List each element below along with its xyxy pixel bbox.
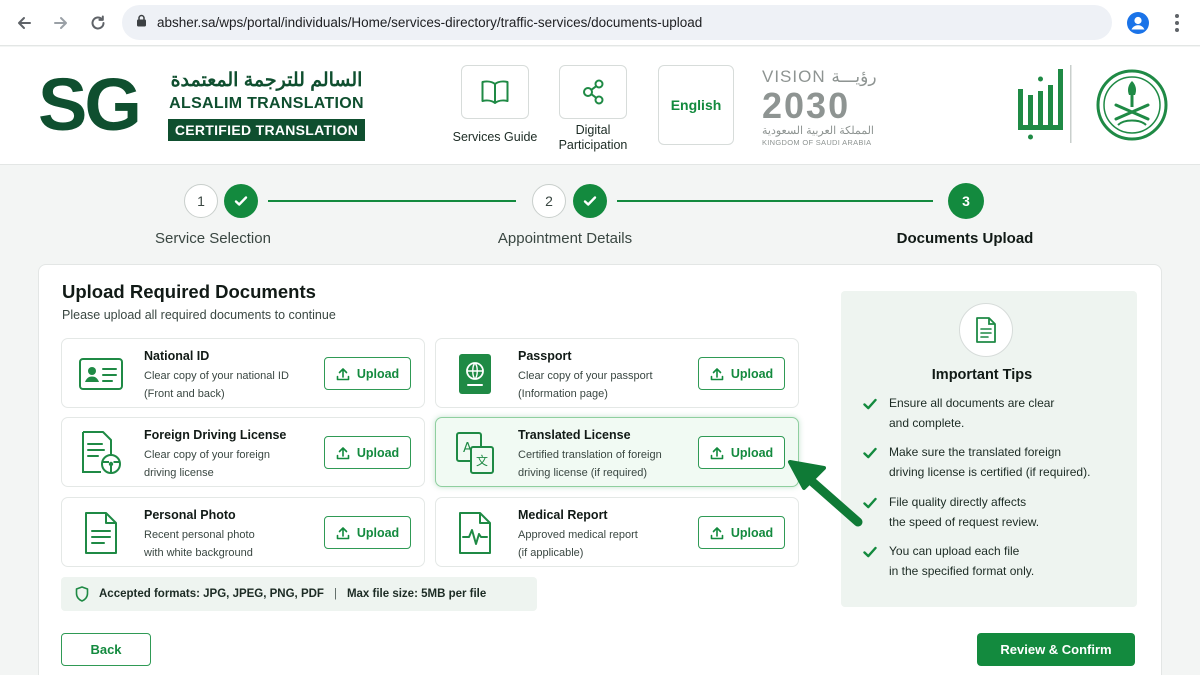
- services-guide-label[interactable]: Services Guide: [448, 130, 542, 145]
- tip-item: Make sure the translated foreign driving …: [863, 442, 1125, 482]
- document-card-translated-license: A文 Translated License Certified translat…: [435, 417, 799, 487]
- upload-icon: [710, 526, 724, 539]
- step-3-label: Documents Upload: [896, 230, 1034, 247]
- tip-item: File quality directly affects the speed o…: [863, 492, 1125, 532]
- brand-name-arabic: السالم للترجمة المعتمدة: [170, 70, 363, 91]
- document-description: Clear copy of your national ID (Front and…: [144, 370, 289, 400]
- document-card-passport: Passport Clear copy of your passport (Inf…: [435, 338, 799, 408]
- upload-documents-card: Upload Required Documents Please upload …: [38, 264, 1162, 675]
- sg-logo[interactable]: SG: [38, 65, 142, 145]
- absher-logo[interactable]: [1014, 65, 1076, 143]
- tips-title: Important Tips: [931, 367, 1033, 383]
- formats-separator: |: [333, 588, 337, 600]
- step-connector-2: [617, 200, 933, 202]
- document-card-national-id: National ID Clear copy of your national …: [61, 338, 425, 408]
- document-description: Certified translation of foreign driving …: [518, 449, 662, 479]
- upload-button-national-id[interactable]: Upload: [324, 357, 411, 390]
- url-text: absher.sa/wps/portal/individuals/Home/se…: [157, 15, 703, 30]
- vision-arabic-text: المملكة العربية السعودية: [762, 125, 874, 137]
- upload-icon: [336, 446, 350, 459]
- brand-certified-badge: CERTIFIED TRANSLATION: [168, 119, 365, 141]
- share-icon: [583, 79, 604, 105]
- step-1-number: 1: [184, 184, 218, 218]
- pointer-arrow-icon: [780, 452, 870, 532]
- page-subtitle: Please upload all required documents to …: [62, 308, 336, 322]
- review-confirm-button[interactable]: Review & Confirm: [977, 633, 1135, 666]
- passport-icon: [450, 351, 500, 397]
- document-card-foreign-driving-license: Foreign Driving License Clear copy of yo…: [61, 417, 425, 487]
- accepted-formats-text: Accepted formats: JPG, JPEG, PNG, PDF: [99, 588, 324, 600]
- step-2-number: 2: [532, 184, 566, 218]
- brand-name-english: ALSALIM TRANSLATION: [169, 95, 364, 112]
- upload-button-personal-photo[interactable]: Upload: [324, 516, 411, 549]
- important-tips-panel: Important Tips Ensure all documents are …: [841, 291, 1137, 607]
- saudi-emblem-logo: [1096, 69, 1168, 141]
- back-arrow-icon[interactable]: [10, 9, 38, 37]
- back-button[interactable]: Back: [61, 633, 151, 666]
- digital-participation-button[interactable]: [559, 65, 627, 119]
- document-title: National ID: [144, 349, 210, 363]
- document-description: Approved medical report (if applicable): [518, 529, 638, 559]
- progress-stepper: 1 2 3 Service Selection Appointment Deta…: [0, 166, 1200, 262]
- step-1-label: Service Selection: [155, 230, 271, 247]
- document-title: Foreign Driving License: [144, 428, 287, 442]
- check-icon: [863, 541, 879, 581]
- upload-button-foreign-driving-license[interactable]: Upload: [324, 436, 411, 469]
- document-title: Medical Report: [518, 508, 608, 522]
- upload-icon: [336, 526, 350, 539]
- document-icon: [959, 303, 1013, 357]
- max-file-size-text: Max file size: 5MB per file: [346, 588, 487, 600]
- digital-participation-label[interactable]: Digital Participation: [546, 123, 640, 153]
- site-header: SG السالم للترجمة المعتمدة ALSALIM TRANS…: [0, 47, 1200, 165]
- document-icon: [76, 510, 126, 556]
- vision-english-text: KINGDOM OF SAUDI ARABIA: [762, 138, 872, 147]
- document-description: Clear copy of your foreign driving licens…: [144, 449, 270, 479]
- profile-icon[interactable]: [1126, 11, 1150, 35]
- browser-toolbar: absher.sa/wps/portal/individuals/Home/se…: [0, 0, 1200, 46]
- svg-text:文: 文: [476, 453, 488, 468]
- page-title: Upload Required Documents: [62, 281, 316, 302]
- step-connector-1: [268, 200, 516, 202]
- vision-year: 2030: [762, 85, 851, 126]
- book-icon: [481, 80, 509, 104]
- upload-icon: [710, 446, 724, 459]
- document-card-medical-report: Medical Report Approved medical report (i…: [435, 497, 799, 567]
- lock-icon: [136, 14, 147, 32]
- document-description: Clear copy of your passport (Information …: [518, 370, 653, 400]
- id-card-icon: [76, 351, 126, 397]
- upload-icon: [710, 367, 724, 380]
- shield-icon: [75, 586, 89, 602]
- reload-icon[interactable]: [84, 9, 112, 37]
- driving-license-icon: [76, 430, 126, 476]
- document-title: Personal Photo: [144, 508, 236, 522]
- upload-button-translated-license[interactable]: Upload: [698, 436, 785, 469]
- tip-item: Ensure all documents are clear and comple…: [863, 393, 1125, 433]
- vision-2030-logo: VISION رؤيـــة 2030 المملكة العربية السع…: [762, 67, 892, 155]
- upload-icon: [336, 367, 350, 380]
- tip-item: You can upload each file in the specified…: [863, 541, 1125, 581]
- more-menu-icon[interactable]: [1167, 10, 1187, 36]
- translate-icon: A文: [450, 430, 500, 476]
- language-toggle-button[interactable]: English: [658, 65, 734, 145]
- check-icon: [863, 393, 879, 433]
- check-icon: [224, 184, 258, 218]
- medical-report-icon: [450, 510, 500, 556]
- upload-button-passport[interactable]: Upload: [698, 357, 785, 390]
- document-title: Passport: [518, 349, 572, 363]
- document-title: Translated License: [518, 428, 631, 442]
- document-card-personal-photo: Personal Photo Recent personal photo with…: [61, 497, 425, 567]
- step-3-number: 3: [948, 183, 984, 219]
- vision-title: VISION رؤيـــة: [762, 67, 877, 86]
- check-icon: [573, 184, 607, 218]
- document-description: Recent personal photo with white backgrou…: [144, 529, 255, 559]
- accepted-formats-notice: Accepted formats: JPG, JPEG, PNG, PDF | …: [61, 577, 537, 611]
- upload-button-medical-report[interactable]: Upload: [698, 516, 785, 549]
- address-bar[interactable]: absher.sa/wps/portal/individuals/Home/se…: [122, 5, 1112, 40]
- step-2-label: Appointment Details: [497, 230, 633, 247]
- services-guide-button[interactable]: [461, 65, 529, 119]
- forward-arrow-icon[interactable]: [47, 9, 75, 37]
